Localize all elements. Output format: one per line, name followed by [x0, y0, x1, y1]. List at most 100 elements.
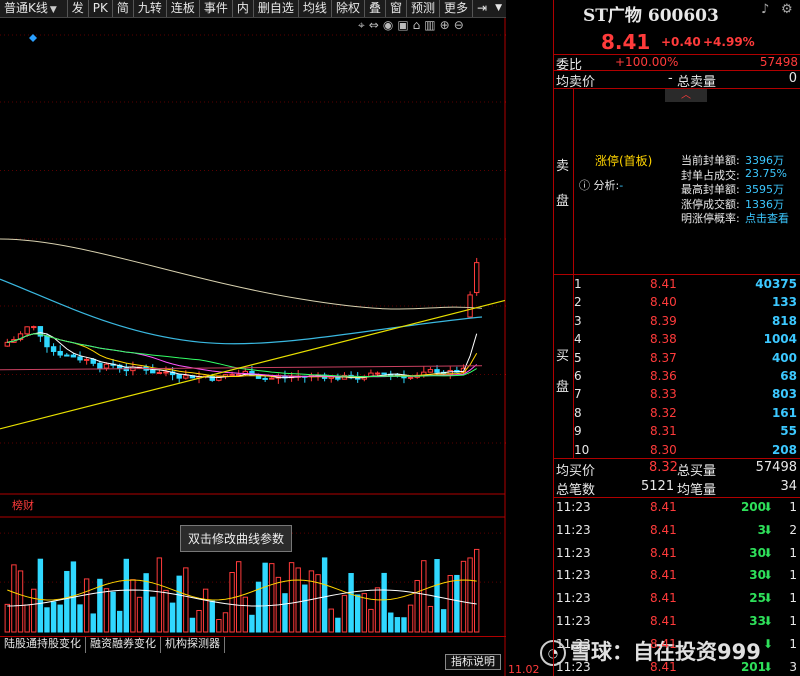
bid-price[interactable]: 8.37 [650, 351, 677, 365]
sell-avg-value: - [668, 71, 673, 86]
toolbar-button-8[interactable]: 均线 [299, 0, 332, 17]
toolbar-button-2[interactable]: 简 [113, 0, 134, 17]
next-page-icon[interactable]: ⇥ [473, 0, 491, 17]
volume-bar [116, 610, 123, 633]
bid-price[interactable]: 8.33 [650, 387, 677, 401]
candle-body [183, 375, 189, 379]
bid-volume: 133 [771, 295, 797, 310]
bid-price[interactable]: 8.41 [650, 277, 677, 291]
zoom-out-icon[interactable]: ⊖ [454, 18, 464, 33]
bid-price[interactable]: 8.39 [650, 314, 677, 328]
down-arrow-icon: ⬇ [763, 500, 774, 514]
price-change-pct: +4.99% [703, 35, 755, 49]
toolbar-button-3[interactable]: 九转 [134, 0, 167, 17]
toolbar-button-9[interactable]: 除权 [332, 0, 365, 17]
volume-bar [288, 562, 295, 633]
volume-bar [169, 602, 176, 633]
bottom-tab-0[interactable]: 陆股通持股变化 [0, 637, 86, 653]
sell-total-value: 0 [788, 71, 797, 86]
volume-bar [4, 603, 11, 633]
bangcai-label[interactable]: 榜财 [12, 497, 34, 513]
trade-time: 11:23 [556, 545, 591, 560]
volume-bar [57, 604, 63, 633]
eye-icon[interactable]: ◉ [383, 18, 393, 33]
candle-body [163, 371, 169, 374]
candle-body [31, 326, 37, 329]
toolbar-button-5[interactable]: 事件 [200, 0, 233, 17]
trash-icon[interactable]: ▥ [424, 18, 435, 33]
volume-bar [308, 570, 315, 633]
toolbar-button-12[interactable]: 预测 [407, 0, 440, 17]
toolbar-button-4[interactable]: 连板 [167, 0, 200, 17]
volume-bar [64, 570, 70, 633]
toolbar-button-7[interactable]: 删自选 [254, 0, 299, 17]
volume-bar [90, 613, 96, 633]
ma10-line [7, 333, 478, 378]
bid-volume: 68 [780, 369, 797, 383]
bid-price[interactable]: 8.32 [650, 406, 677, 420]
volume-bar [361, 593, 368, 633]
bottom-tab-2[interactable]: 机构探测器 [161, 637, 225, 653]
buy-avg-value: 8.32 [649, 460, 678, 475]
volume-bar [222, 612, 229, 633]
volume-bar [196, 609, 202, 633]
trade-time: 11:23 [556, 659, 591, 674]
volume-bar [183, 567, 189, 633]
toolbar-dropdown-icon[interactable]: ▼ [491, 0, 506, 17]
kline-chart[interactable]: 11.3010.459.588.717.866.996.1223831202X1… [0, 18, 506, 676]
bid-level: 8 [574, 405, 582, 420]
candle-body [83, 358, 90, 361]
probability-link[interactable]: 点击查看 [745, 210, 789, 226]
toolbar-button-6[interactable]: 内 [233, 0, 254, 17]
toolbar-button-0[interactable]: 发 [68, 0, 89, 17]
trade-count: 1 [789, 545, 797, 560]
info-icon: ⓘ [579, 179, 590, 192]
bid-volume: 818 [771, 313, 797, 328]
volume-bar [262, 562, 268, 633]
candle-body [103, 363, 110, 369]
toolbar-button-10[interactable]: 叠 [365, 0, 386, 17]
volume-bar [341, 594, 348, 633]
volume-bar [156, 557, 163, 633]
indicator-help-button[interactable]: 指标说明 [445, 654, 501, 670]
down-arrow-icon: ⬇ [763, 659, 774, 674]
stock-name: ST广物 [583, 6, 642, 26]
camera-icon[interactable]: ▣ [397, 18, 408, 33]
bid-level: 9 [574, 424, 582, 439]
volume-bar [354, 594, 361, 633]
candle-body [269, 377, 275, 380]
bid-price[interactable]: 8.31 [650, 424, 677, 438]
volume-bar [388, 612, 394, 633]
bid-price[interactable]: 8.38 [650, 332, 677, 346]
bid-level: 10 [574, 442, 590, 457]
collapse-button[interactable]: ︿ [665, 89, 707, 102]
volume-bar [50, 601, 57, 633]
kline-type-select[interactable]: 普通K线 ▼ [0, 0, 68, 17]
toolbar-button-13[interactable]: 更多 [440, 0, 474, 17]
bank-icon[interactable]: ⌂ [413, 18, 421, 33]
compare-icon[interactable]: ⇔ [369, 18, 379, 33]
trade-price: 8.41 [650, 636, 677, 651]
bid-price[interactable]: 8.40 [650, 295, 677, 309]
limit-up-title: 涨停(首板) [595, 154, 653, 168]
toolbar-button-11[interactable]: 窗 [386, 0, 407, 17]
zoom-in-icon[interactable]: ⊕ [440, 18, 450, 33]
bid-price[interactable]: 8.36 [650, 369, 677, 383]
volume-bar [348, 573, 354, 633]
buy-avg-label: 均买价 [556, 464, 596, 479]
limit-up-value: 23.75% [745, 166, 787, 180]
buy-side-label-2: 盘 [556, 380, 570, 395]
volume-bar [11, 564, 17, 633]
volume-bar [163, 589, 169, 633]
gear-icon[interactable]: ⚙ [781, 2, 793, 17]
toolbar-button-1[interactable]: PK [89, 0, 113, 17]
volume-bar [321, 557, 328, 633]
crosshair-icon[interactable]: ⌖ [358, 18, 365, 33]
weibi-pct: +100.00% [615, 55, 679, 69]
limit-up-key: 明涨停概率: [681, 212, 740, 225]
bid-price[interactable]: 8.30 [650, 443, 677, 457]
trade-price: 8.41 [650, 545, 677, 560]
bottom-tab-1[interactable]: 融资融券变化 [86, 637, 161, 653]
bid-volume: 161 [771, 405, 797, 420]
bell-icon[interactable]: ♪ [761, 2, 769, 17]
